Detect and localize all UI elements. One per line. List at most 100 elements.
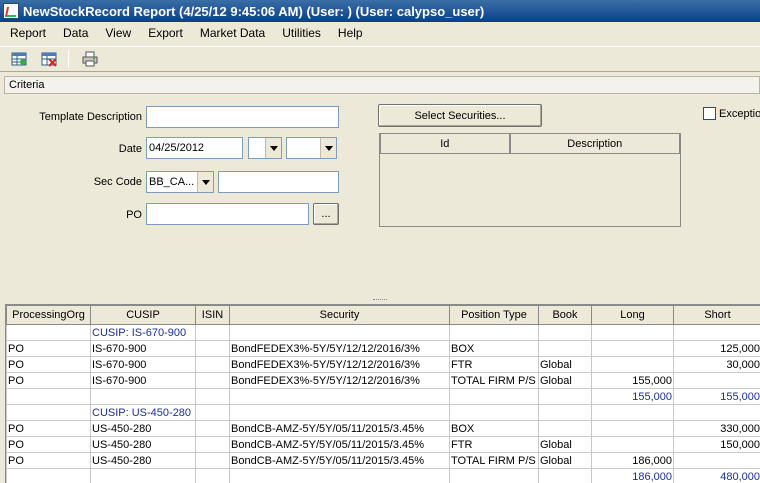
menu-data[interactable]: Data [53, 26, 95, 40]
menu-market-data[interactable]: Market Data [190, 26, 272, 40]
subtotal-row[interactable]: 155,000 155,000 [6, 388, 760, 405]
sec-code-combo[interactable]: BB_CA... [146, 171, 214, 193]
sec-code-text-field[interactable] [218, 171, 339, 193]
chevron-down-icon [265, 138, 281, 158]
group-row[interactable]: CUSIP: US-450-280 [6, 404, 760, 421]
table-cell: BOX [449, 420, 539, 437]
table-cell: 155,000 [673, 388, 760, 405]
table-cell: BondFEDEX3%-5Y/5Y/12/12/2016/3% [229, 340, 450, 357]
menu-help[interactable]: Help [328, 26, 370, 40]
table-row[interactable]: PO US-450-280 BondCB-AMZ-5Y/5Y/05/11/2015/… [6, 436, 760, 453]
splitter-handle[interactable] [0, 297, 760, 303]
column-header-processingorg[interactable]: ProcessingOrg [6, 305, 91, 325]
table-cell: PO [6, 340, 91, 357]
table-cell: US-450-280 [90, 420, 196, 437]
table-cell [591, 340, 674, 357]
table-cell: CUSIP: US-450-280 [90, 404, 196, 421]
table-row[interactable]: PO US-450-280 BondCB-AMZ-5Y/5Y/05/11/2015/… [6, 452, 760, 469]
table-cell: BondCB-AMZ-5Y/5Y/05/11/2015/3.45% [229, 436, 450, 453]
table-cell [538, 340, 592, 357]
table-cell: FTR [449, 436, 539, 453]
table-cell [538, 468, 592, 483]
criteria-panel-header[interactable]: Criteria [4, 76, 760, 94]
delete-template-button[interactable] [38, 48, 60, 70]
table-cell [591, 324, 674, 341]
table-cell [538, 388, 592, 405]
table-cell: Global [538, 356, 592, 373]
securities-list[interactable]: Id Description [379, 133, 681, 227]
load-template-button[interactable] [8, 48, 30, 70]
table-row[interactable]: PO IS-670-900 BondFEDEX3%-5Y/5Y/12/12/2016… [6, 340, 760, 357]
column-header-isin[interactable]: ISIN [195, 305, 230, 325]
securities-column-description[interactable]: Description [509, 134, 680, 154]
column-header-security[interactable]: Security [229, 305, 450, 325]
table-cell [195, 420, 230, 437]
column-header-short[interactable]: Short [673, 305, 760, 325]
menu-report[interactable]: Report [0, 26, 53, 40]
group-row[interactable]: CUSIP: IS-670-900 [6, 324, 760, 341]
table-cell [195, 468, 230, 483]
template-description-label: Template Description [39, 111, 142, 123]
table-cell: BondCB-AMZ-5Y/5Y/05/11/2015/3.45% [229, 420, 450, 437]
table-cell: BondFEDEX3%-5Y/5Y/12/12/2016/3% [229, 356, 450, 373]
table-cell [229, 388, 450, 405]
table-cell: 330,000 [673, 420, 760, 437]
table-cell [673, 452, 760, 469]
table-cell [6, 324, 91, 341]
table-cell: 155,000 [591, 388, 674, 405]
table-cell: 150,000 [673, 436, 760, 453]
exception-label: Exception [719, 108, 760, 120]
menu-utilities[interactable]: Utilities [272, 26, 328, 40]
template-description-field[interactable] [146, 106, 339, 128]
column-header-cusip[interactable]: CUSIP [90, 305, 196, 325]
toolbar-separator [68, 50, 69, 68]
hour-combo[interactable] [248, 137, 282, 159]
po-browse-button[interactable]: ... [313, 203, 339, 225]
column-header-book[interactable]: Book [538, 305, 592, 325]
window-title: NewStockRecord Report (4/25/12 9:45:06 A… [23, 3, 485, 19]
table-cell: IS-670-900 [90, 340, 196, 357]
table-row[interactable]: PO IS-670-900 BondFEDEX3%-5Y/5Y/12/12/2016… [6, 372, 760, 389]
table-cell [6, 388, 91, 405]
table-cell [591, 420, 674, 437]
table-row[interactable]: PO IS-670-900 BondFEDEX3%-5Y/5Y/12/12/2016… [6, 356, 760, 373]
print-button[interactable] [79, 48, 101, 70]
sec-code-label: Sec Code [93, 176, 142, 188]
table-cell [229, 324, 450, 341]
menu-view[interactable]: View [95, 26, 138, 40]
table-cell: Global [538, 452, 592, 469]
title-bar: NewStockRecord Report (4/25/12 9:45:06 A… [0, 0, 760, 22]
table-cell [229, 404, 450, 421]
table-cell [538, 324, 592, 341]
table-cell: 125,000 [673, 340, 760, 357]
table-cell: Global [538, 372, 592, 389]
table-cell [538, 404, 592, 421]
delete-template-icon [41, 52, 57, 67]
select-securities-button[interactable]: Select Securities... [378, 104, 542, 127]
table-cell: US-450-280 [90, 452, 196, 469]
chevron-down-icon [320, 138, 336, 158]
subtotal-row[interactable]: 186,000 480,000 [6, 468, 760, 483]
table-row[interactable]: PO US-450-280 BondCB-AMZ-5Y/5Y/05/11/2015/… [6, 420, 760, 437]
app-icon [3, 3, 19, 19]
column-header-position-type[interactable]: Position Type [449, 305, 539, 325]
table-cell [195, 340, 230, 357]
table-header: ProcessingOrg CUSIP ISIN Security Positi… [6, 305, 760, 325]
table-cell: PO [6, 372, 91, 389]
date-field[interactable]: 04/25/2012 [146, 137, 243, 159]
table-cell [90, 388, 196, 405]
date-label: Date [118, 143, 142, 155]
table-cell: PO [6, 452, 91, 469]
minute-combo[interactable] [286, 137, 337, 159]
menu-export[interactable]: Export [138, 26, 190, 40]
securities-column-id[interactable]: Id [380, 134, 510, 154]
table-cell: 480,000 [673, 468, 760, 483]
table-cell [449, 388, 539, 405]
table-cell: PO [6, 356, 91, 373]
column-header-long[interactable]: Long [591, 305, 674, 325]
table-cell [538, 420, 592, 437]
exception-checkbox[interactable] [703, 107, 716, 120]
table-cell: 155,000 [591, 372, 674, 389]
table-cell [195, 356, 230, 373]
po-field[interactable] [146, 203, 309, 225]
